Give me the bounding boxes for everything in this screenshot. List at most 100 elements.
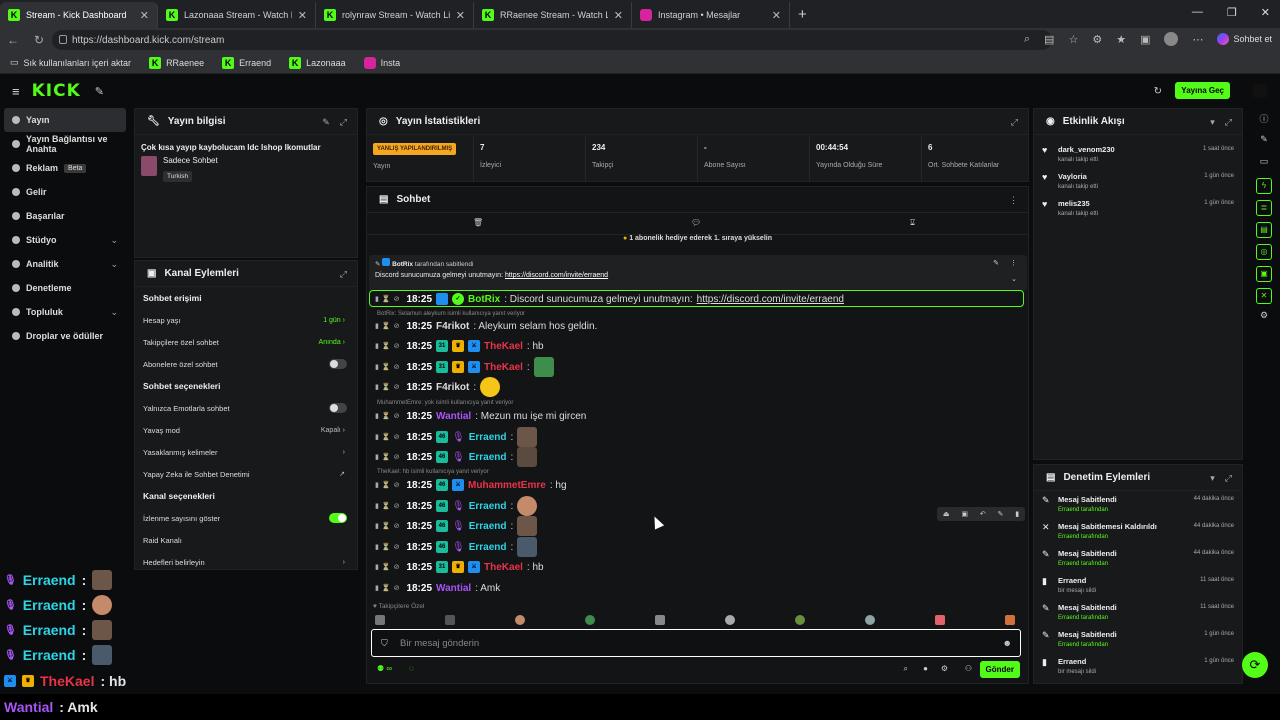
chat-message[interactable]: ▮⏳⊘ 18:25 46 🎙︎ Erraend:: [375, 496, 538, 516]
tab-rraenee[interactable]: K RRaenee Stream - Watch Live on K ✕: [474, 2, 632, 28]
viewer-avatar[interactable]: [865, 615, 875, 625]
sidebar-item-basarilar[interactable]: Başarılar: [0, 204, 130, 228]
kick-logo[interactable]: KICK: [32, 81, 81, 101]
unpin-icon[interactable]: ✎: [993, 259, 999, 267]
info-icon[interactable]: ⓘ: [1256, 112, 1272, 128]
chat-message[interactable]: ▮⏳⊘ 18:25 46 🎙︎ Erraend:: [375, 447, 538, 467]
emote-only-toggle[interactable]: [329, 403, 347, 413]
show-viewers-toggle[interactable]: [329, 513, 347, 523]
bookmark-import[interactable]: ▭ Sık kullanılanları içeri aktar: [10, 57, 131, 68]
speech-bubble-icon[interactable]: 💬︎: [691, 218, 701, 227]
message-user[interactable]: BotRix: [468, 294, 500, 305]
close-icon[interactable]: ✕: [298, 9, 307, 22]
message-user[interactable]: Erraend: [469, 432, 507, 443]
mod-actions-icon[interactable]: ▮⏳⊘: [375, 522, 402, 530]
copilot-button[interactable]: Sohbet et: [1217, 33, 1272, 45]
screen-icon[interactable]: ▭: [1256, 156, 1272, 172]
mod-actions-icon[interactable]: ▮⏳⊘: [375, 412, 402, 420]
pin-message-icon[interactable]: ✎: [998, 510, 1004, 518]
chat-message[interactable]: ▮⏳⊘ 18:25 31 ♛ ⚔ TheKael:: [375, 357, 554, 377]
sidebar-item-stream-key[interactable]: Yayın Bağlantısı ve Anahta: [0, 132, 130, 156]
expand-icon[interactable]: ⤢: [1225, 117, 1232, 128]
delete-icon[interactable]: ▮: [1015, 510, 1019, 518]
edit-icon[interactable]: ✎: [1256, 134, 1272, 150]
profile-icon[interactable]: [1253, 84, 1267, 98]
support-button[interactable]: ⟳: [1242, 652, 1268, 678]
favorite-star-icon[interactable]: ☆: [1068, 33, 1078, 46]
tab-instagram[interactable]: Instagram • Mesajlar ✕: [632, 2, 790, 28]
bookmark-rraenee[interactable]: K RRaenee: [149, 56, 204, 69]
expand-icon[interactable]: ⤢: [1011, 117, 1018, 128]
viewer-avatar[interactable]: [585, 615, 595, 625]
mod-actions-icon[interactable]: ▮⏳⊘: [375, 563, 402, 571]
message-user[interactable]: Erraend: [469, 542, 507, 553]
message-user[interactable]: F4rikot: [436, 382, 469, 393]
target-icon[interactable]: ◎: [1256, 244, 1272, 260]
chat-message[interactable]: ▮⏳⊘ 18:25 ✓ BotRix: Discord sunucumuza gelm…: [375, 290, 844, 308]
close-window-icon[interactable]: ✕: [1261, 6, 1270, 19]
raid-row[interactable]: Raid Kanalı: [135, 529, 357, 551]
chat-message[interactable]: ▮⏳⊘ 18:25 31 ♛ ⚔ TheKael: hb: [375, 558, 544, 576]
chat-message[interactable]: ▮⏳⊘ 18:25 46 🎙︎ Erraend:: [375, 537, 538, 557]
activity-name[interactable]: Vayloria: [1058, 172, 1098, 181]
chat-message[interactable]: ▮⏳⊘ 18:25 46 🎙︎ Erraend:: [375, 516, 538, 536]
chat-message[interactable]: ▮⏳⊘ 18:25 F4rikot: Aleykum selam hos geldi…: [375, 317, 597, 335]
viewer-avatar[interactable]: [515, 615, 525, 625]
reader-icon[interactable]: ▤: [1044, 33, 1054, 46]
pin-icon[interactable]: ✎: [95, 85, 104, 98]
new-tab-button[interactable]: +: [798, 6, 807, 23]
sidebar-item-denetleme[interactable]: Denetleme: [0, 276, 130, 300]
activity-name[interactable]: dark_venom230: [1058, 145, 1115, 154]
chat-message[interactable]: ▮⏳⊘ 18:25 46 ⚔ MuhammetEmre: hg: [375, 476, 567, 494]
message-link[interactable]: https://discord.com/invite/erraend: [697, 294, 844, 305]
viewer-avatar[interactable]: [445, 615, 455, 625]
emoji-icon[interactable]: ☻: [1003, 638, 1012, 648]
menu-icon[interactable]: ≡: [12, 84, 20, 99]
more-vertical-icon[interactable]: ⋮: [1009, 195, 1018, 206]
filter-icon[interactable]: ▾: [1210, 473, 1215, 484]
mod-actions-icon[interactable]: ▮⏳⊘: [375, 322, 402, 330]
chat-bubble-icon[interactable]: ●: [923, 664, 928, 673]
maximize-icon[interactable]: ❐: [1227, 6, 1237, 19]
message-user[interactable]: Wantial: [436, 583, 471, 594]
message-user[interactable]: F4rikot: [436, 321, 469, 332]
viewer-avatar[interactable]: [795, 615, 805, 625]
viewer-avatar[interactable]: [935, 615, 945, 625]
trash-icon[interactable]: 🗑︎: [473, 218, 483, 227]
url-field[interactable]: https://dashboard.kick.com/stream: [52, 30, 1052, 50]
ai-moderation-row[interactable]: Yapay Zeka ile Sohbet Denetimi ↗: [135, 463, 357, 485]
wrench-icon[interactable]: ✕: [1256, 288, 1272, 304]
more-icon[interactable]: ⋯: [1192, 33, 1203, 46]
chat-input[interactable]: ⛉ Bir mesaj gönderin ☻: [371, 629, 1021, 657]
zoom-icon[interactable]: ⌕: [1024, 33, 1030, 46]
tab-rolynraw[interactable]: Krolynraw Stream - Watch Live on K ✕: [316, 2, 474, 28]
sidebar-item-gelir[interactable]: Gelir: [0, 180, 130, 204]
mod-actions-icon[interactable]: ▮⏳⊘: [375, 481, 402, 489]
search-icon[interactable]: ⌕: [904, 664, 908, 674]
filter-icon[interactable]: ▾: [1210, 117, 1215, 128]
mod-actions-icon[interactable]: ▮⏳⊘: [375, 543, 402, 551]
collections-icon[interactable]: ▣: [1140, 33, 1150, 46]
bookmark-lazonaaa[interactable]: K Lazonaaa: [289, 56, 346, 69]
message-user[interactable]: Erraend: [469, 452, 507, 463]
profile-avatar[interactable]: [1164, 32, 1179, 46]
sidebar-item-yayin[interactable]: Yayın: [4, 108, 126, 132]
minimize-icon[interactable]: —: [1192, 6, 1203, 19]
sidebar-item-topluluk[interactable]: Topluluk ⌄: [0, 300, 130, 324]
lightning-icon[interactable]: ϟ: [1256, 178, 1272, 194]
tab-kick-dashboard[interactable]: K Stream - Kick Dashboard ✕: [0, 2, 158, 28]
mod-actions-icon[interactable]: ▮⏳⊘: [375, 363, 402, 371]
expand-icon[interactable]: ⤢: [340, 269, 347, 280]
sidebar-item-studyo[interactable]: Stüdyo ⌄: [0, 228, 130, 252]
expand-icon[interactable]: ⤢: [1225, 473, 1232, 484]
save-icon[interactable]: ▣: [1256, 266, 1272, 282]
mod-actions-icon[interactable]: ▮⏳⊘: [375, 584, 402, 592]
edit-icon[interactable]: ✎: [322, 117, 330, 128]
close-icon[interactable]: ✕: [140, 9, 149, 22]
mod-actions-icon[interactable]: ▮⏳⊘: [375, 453, 402, 461]
send-button[interactable]: Gönder: [979, 661, 1020, 678]
slow-mode-row[interactable]: Yavaş mod Kapalı ›: [135, 419, 357, 441]
back-icon[interactable]: ←: [0, 33, 26, 47]
activity-name[interactable]: melis235: [1058, 199, 1098, 208]
message-user[interactable]: Erraend: [469, 501, 507, 512]
